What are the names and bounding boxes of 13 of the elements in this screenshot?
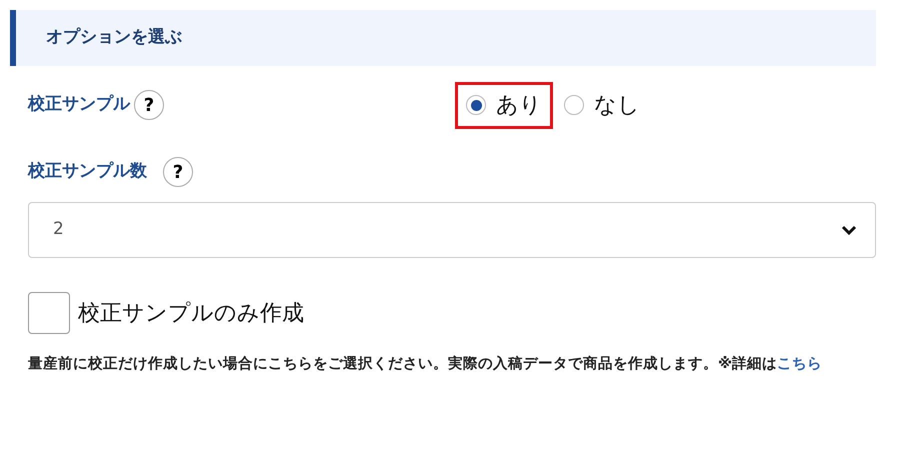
radio-option[interactable]: なし (553, 82, 651, 128)
details-link[interactable]: こちら (777, 356, 822, 372)
field-label: 校正サンプル (28, 93, 130, 116)
help-button[interactable]: ? (134, 90, 164, 120)
help-button[interactable]: ? (163, 157, 193, 187)
description-text: 量産前に校正だけ作成したい場合にこちらをご選択ください。実際の入稿データで商品を作成します。※詳細はこちら (28, 354, 824, 374)
checkbox-label: 校正サンプルのみ作成 (78, 300, 304, 328)
section-title: オプションを選ぶ (46, 26, 182, 50)
chevron-down-icon (841, 225, 857, 235)
field-label: 校正サンプル数 (28, 160, 147, 184)
radio-option[interactable]: あり (455, 82, 553, 128)
sample-count-select[interactable]: 2 (28, 202, 876, 258)
checkbox[interactable] (28, 292, 70, 334)
